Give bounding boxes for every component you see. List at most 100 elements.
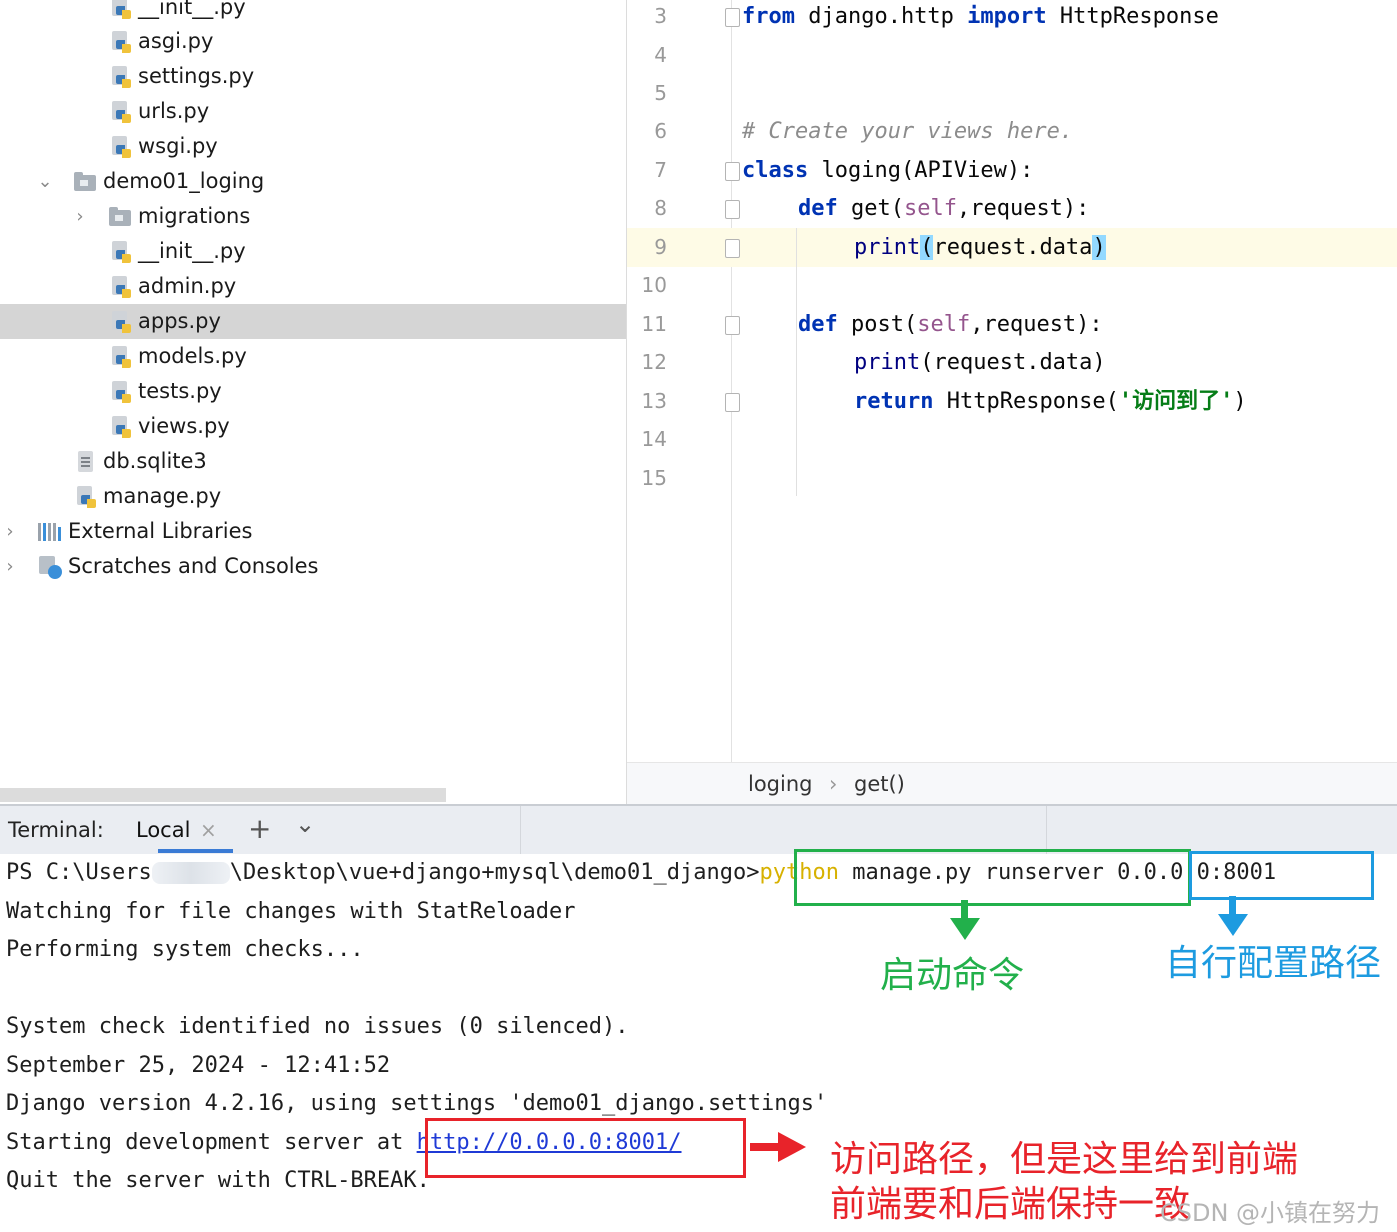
active-tab-underline (158, 849, 233, 853)
add-icon[interactable]: + (248, 812, 271, 845)
tree-item-admin-py[interactable]: admin.py (0, 269, 626, 304)
tree-item-wsgi-py[interactable]: wsgi.py (0, 129, 626, 164)
tree-horizontal-scrollbar[interactable] (0, 788, 446, 802)
tree-item-label: wsgi.py (138, 134, 218, 158)
library-icon (38, 521, 61, 543)
tree-item-models-py[interactable]: models.py (0, 339, 626, 374)
python-file-icon (110, 66, 132, 88)
tree-item-label: settings.py (138, 64, 255, 88)
tree-item-init-py[interactable]: __init__.py (0, 0, 626, 25)
tree-item-external-libraries[interactable]: › External Libraries (0, 514, 626, 549)
tree-item-init-py[interactable]: __init__.py (0, 234, 626, 269)
code-line-5[interactable]: 5 (627, 74, 1397, 113)
tree-item-label: __init__.py (138, 239, 246, 263)
tree-item-label: views.py (138, 414, 230, 438)
code-text: print(request.data) (854, 350, 1106, 375)
fold-icon[interactable] (725, 239, 740, 258)
python-file-icon (110, 276, 132, 298)
code-comment: # Create your views here. (742, 119, 1074, 144)
code-line-7[interactable]: 7 class loging(APIView): (627, 151, 1397, 190)
tab-local[interactable]: Local × (118, 806, 233, 854)
annotation-access-path-line2: 前端要和后端保持一致 (830, 1184, 1191, 1225)
python-file-icon (110, 416, 132, 438)
line-number: 4 (654, 43, 667, 67)
tree-item-demo01-loging[interactable]: ⌄ demo01_loging (0, 164, 626, 199)
code-line-9-current[interactable]: 9 print(request.data) (627, 228, 1397, 267)
tree-item-label: asgi.py (138, 29, 214, 53)
code-line-13[interactable]: 13 return HttpResponse('访问到了') (627, 382, 1397, 421)
toolbar-divider (520, 806, 521, 854)
code-line-12[interactable]: 12 print(request.data) (627, 343, 1397, 382)
redacted-username-blur (151, 862, 230, 884)
code-text: class loging(APIView): (742, 158, 1034, 183)
csdn-watermark: CSDN @小镇在努力 (1160, 1199, 1381, 1227)
code-line-14[interactable]: 14 (627, 420, 1397, 459)
fold-icon[interactable] (725, 200, 740, 219)
chevron-down-icon[interactable]: ⌄ (37, 164, 53, 199)
start-command-highlight-box (794, 849, 1191, 906)
scratches-icon (38, 556, 62, 579)
python-file-icon (110, 101, 132, 123)
tree-item-label: models.py (138, 344, 247, 368)
fold-icon[interactable] (725, 8, 740, 27)
tree-item-label: __init__.py (138, 0, 246, 19)
close-icon[interactable]: × (200, 818, 217, 842)
python-file-icon (110, 31, 132, 53)
tree-item-views-py[interactable]: views.py (0, 409, 626, 444)
tree-item-asgi-py[interactable]: asgi.py (0, 24, 626, 59)
chevron-right-icon[interactable]: › (2, 549, 18, 584)
tree-item-tests-py[interactable]: tests.py (0, 374, 626, 409)
python-file-icon (110, 0, 132, 19)
line-number: 8 (654, 196, 667, 220)
python-file-icon (110, 346, 132, 368)
code-line-11[interactable]: 11 def post(self,request): (627, 305, 1397, 344)
annotation-start-command: 启动命令 (880, 955, 1025, 996)
tree-item-scratches-and-consoles[interactable]: › Scratches and Consoles (0, 549, 626, 584)
breadcrumb-separator: › (829, 772, 838, 796)
breadcrumb-method[interactable]: get() (854, 763, 905, 804)
code-line-3[interactable]: 3 from django.http import HttpResponse (627, 0, 1397, 36)
folder-icon (73, 171, 96, 193)
tab-label: Local (136, 818, 191, 842)
fold-icon[interactable] (725, 393, 740, 412)
red-arrow-right-icon (750, 1132, 806, 1162)
chevron-down-icon[interactable]: ⌄ (295, 810, 315, 838)
tree-item-settings-py[interactable]: settings.py (0, 59, 626, 94)
project-tree-panel: __init__.py asgi.py settings.py urls.py … (0, 0, 626, 804)
line-number: 7 (654, 158, 667, 182)
code-line-10[interactable]: 10 (627, 266, 1397, 305)
code-line-6[interactable]: 6 # Create your views here. (627, 112, 1397, 151)
code-text: def post(self,request): (798, 312, 1103, 337)
annotation-custom-path: 自行配置路径 (1165, 943, 1382, 984)
code-editor[interactable]: 3 from django.http import HttpResponse 4… (626, 0, 1397, 804)
tree-item-migrations[interactable]: › migrations (0, 199, 626, 234)
line-number: 10 (641, 273, 667, 297)
line-number: 13 (641, 389, 667, 413)
tree-item-manage-py[interactable]: manage.py (0, 479, 626, 514)
line-number: 15 (641, 466, 667, 490)
chevron-right-icon[interactable]: › (72, 199, 88, 234)
tree-item-label: urls.py (138, 99, 210, 123)
terminal-line: Quit the server with CTRL-BREAK. (6, 1168, 430, 1193)
code-line-8[interactable]: 8 def get(self,request): (627, 189, 1397, 228)
tree-item-apps-py[interactable]: apps.py (0, 304, 626, 339)
python-file-icon (75, 486, 97, 508)
tree-item-db-sqlite3[interactable]: db.sqlite3 (0, 444, 626, 479)
terminal-line: System check identified no issues (0 sil… (6, 1014, 629, 1039)
code-line-4[interactable]: 4 (627, 36, 1397, 75)
tree-item-label: manage.py (103, 484, 222, 508)
editor-breadcrumb: loging › get() (627, 762, 1397, 804)
tree-item-label: admin.py (138, 274, 237, 298)
fold-icon[interactable] (725, 162, 740, 181)
fold-icon[interactable] (725, 316, 740, 335)
terminal-line: Performing system checks... (6, 937, 364, 962)
custom-path-highlight-box (1189, 851, 1374, 900)
server-url-highlight-box (425, 1118, 746, 1178)
folder-icon (108, 206, 131, 228)
line-number: 6 (654, 119, 667, 143)
chevron-right-icon[interactable]: › (2, 514, 18, 549)
tree-item-urls-py[interactable]: urls.py (0, 94, 626, 129)
breadcrumb-class[interactable]: loging (748, 763, 813, 804)
code-line-15[interactable]: 15 (627, 459, 1397, 498)
terminal-line: Watching for file changes with StatReloa… (6, 899, 576, 924)
